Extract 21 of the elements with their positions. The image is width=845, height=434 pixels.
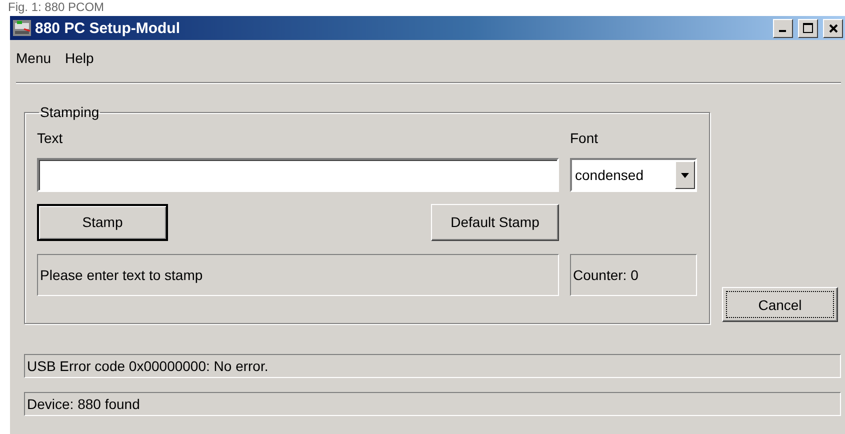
default-stamp-button[interactable]: Default Stamp [431,204,559,240]
group-title: Stamping [39,104,100,120]
text-label: Text [37,130,64,146]
text-input-field[interactable] [37,158,559,192]
stamp-button[interactable]: Stamp [37,204,168,240]
maximize-button[interactable] [798,18,818,38]
message-panel: Please enter text to stamp [37,254,559,296]
counter-panel: Counter: 0 [570,254,697,296]
font-dropdown[interactable]: condensed [570,158,697,192]
printer-icon [12,19,32,37]
close-button[interactable] [823,18,843,38]
dropdown-arrow-icon [681,172,689,178]
figure-caption: Fig. 1: 880 PCOM [7,0,106,16]
menu-item[interactable]: Menu [16,50,52,68]
cancel-button[interactable]: Cancel [722,287,838,322]
window-title: 880 PC Setup-Modul [35,20,182,36]
maximize-icon [803,23,813,33]
minimize-button[interactable] [773,18,793,38]
close-icon [828,24,838,32]
font-label: Font [570,130,600,146]
menu-item[interactable]: Help [65,50,94,68]
